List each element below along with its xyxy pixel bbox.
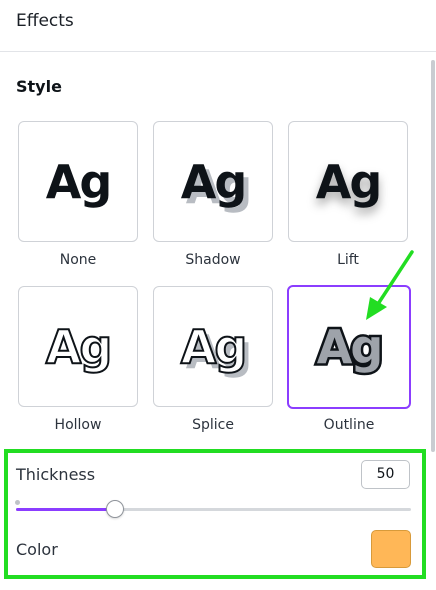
style-preview-none: Ag: [45, 154, 113, 209]
color-swatch[interactable]: [371, 530, 411, 568]
scrollbar-thumb[interactable]: [431, 60, 435, 452]
thickness-slider-fill: [16, 508, 115, 511]
style-label-shadow: Shadow: [185, 252, 241, 268]
style-label-none: None: [59, 252, 97, 268]
style-option-splice[interactable]: Ag: [153, 286, 273, 407]
style-option-hollow[interactable]: Ag: [18, 286, 138, 407]
thickness-value-input[interactable]: 50: [361, 460, 410, 489]
style-label-hollow: Hollow: [54, 417, 102, 433]
style-option-lift[interactable]: Ag: [288, 121, 408, 242]
thickness-slider[interactable]: [16, 508, 411, 511]
style-label-splice: Splice: [192, 417, 234, 433]
color-label: Color: [16, 540, 58, 559]
style-preview-lift: Ag: [315, 154, 383, 209]
style-section-title: Style: [16, 77, 62, 96]
style-preview-shadow: Ag: [180, 154, 248, 209]
style-preview-splice: Ag: [180, 319, 249, 375]
panel-title: Effects: [16, 11, 74, 31]
style-label-lift: Lift: [337, 252, 359, 268]
thickness-label: Thickness: [16, 465, 96, 484]
style-label-outline: Outline: [323, 417, 375, 433]
style-option-none[interactable]: Ag: [18, 121, 138, 242]
style-preview-outline: Ag: [314, 318, 386, 377]
style-option-shadow[interactable]: Ag: [153, 121, 273, 242]
style-preview-hollow: Ag: [45, 319, 114, 375]
style-option-outline[interactable]: Ag: [287, 285, 411, 409]
thickness-slider-thumb[interactable]: [105, 500, 124, 518]
panel-header: Effects: [0, 0, 436, 52]
slider-start-dot: [15, 500, 20, 505]
